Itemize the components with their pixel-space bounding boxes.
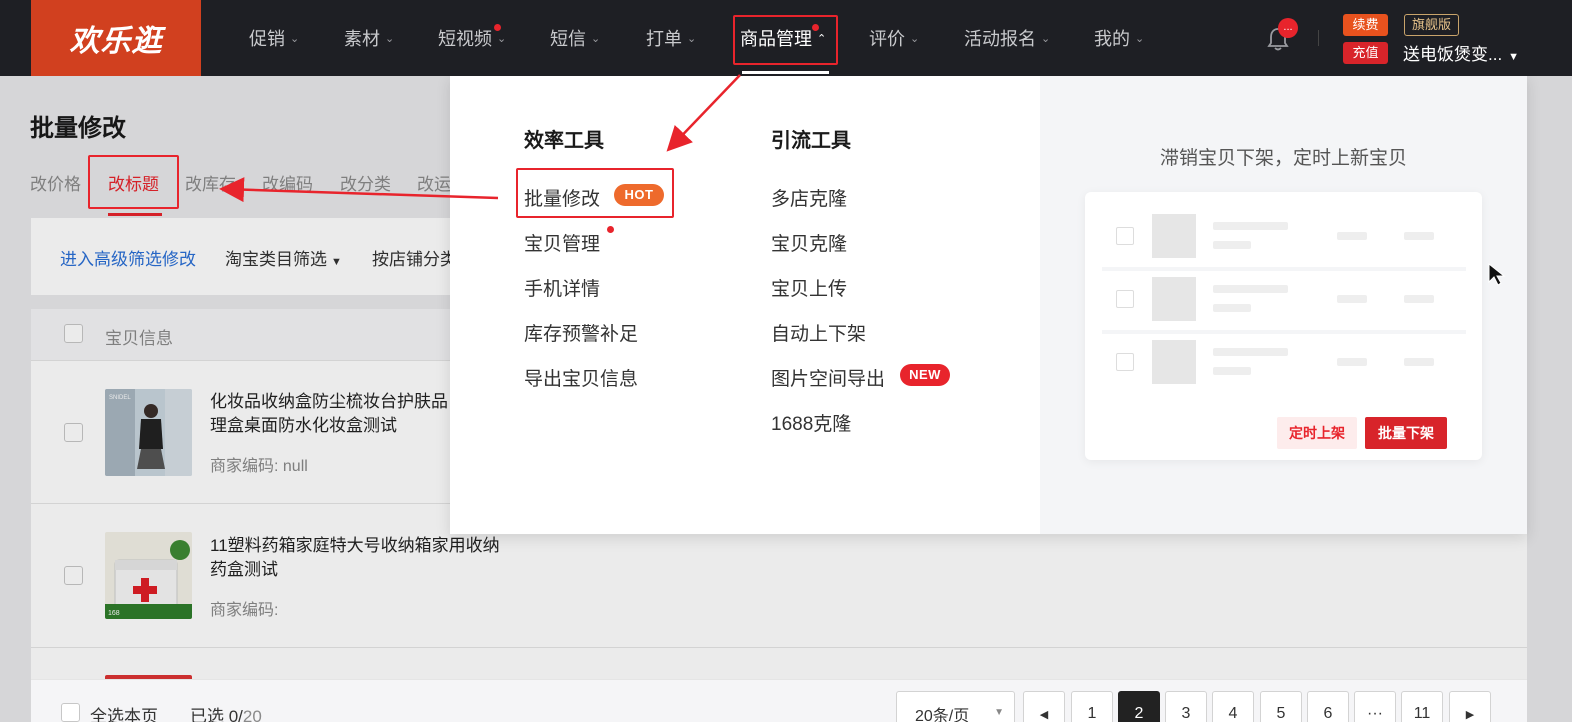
menu-item-image-export[interactable]: 图片空间导出	[771, 364, 885, 391]
nav-label: 活动报名	[964, 29, 1036, 49]
mock-image	[1152, 340, 1196, 384]
new-badge: NEW	[900, 364, 950, 386]
mock-image	[1152, 214, 1196, 258]
nav-item-mine[interactable]: 我的 ⌄	[1094, 0, 1144, 76]
new-dot-indicator	[494, 24, 501, 31]
page-size-value: 20条/页	[915, 708, 970, 722]
mock-checkbox	[1116, 353, 1134, 371]
nav-item-reviews[interactable]: 评价 ⌄	[869, 0, 919, 76]
caret-down-icon: ▼	[1508, 51, 1520, 63]
page-button-3[interactable]: 3	[1165, 691, 1207, 722]
menu-item-1688-clone[interactable]: 1688克隆	[771, 409, 851, 436]
mock-line	[1213, 241, 1251, 249]
selected-count: 已选 0/20	[190, 702, 262, 722]
mouse-cursor-icon	[1488, 262, 1506, 286]
nav-item-materials[interactable]: 素材 ⌄	[344, 0, 394, 76]
nav-label: 短信	[550, 29, 586, 49]
mock-line	[1213, 304, 1251, 312]
shop-name-label: 送电饭煲变...	[1403, 45, 1503, 64]
nav-label: 促销	[249, 29, 285, 49]
page-button-6[interactable]: 6	[1307, 691, 1349, 722]
nav-label: 素材	[344, 29, 380, 49]
flagship-tag: 旗舰版	[1404, 14, 1459, 36]
mock-line	[1337, 358, 1367, 366]
mock-image	[1152, 277, 1196, 321]
nav-item-promotion[interactable]: 促销 ⌄	[249, 0, 299, 76]
prev-page-button[interactable]: ◀	[1023, 691, 1065, 722]
footer-select-all-checkbox[interactable]	[61, 703, 80, 722]
page-button-1[interactable]: 1	[1071, 691, 1113, 722]
nav-label: 短视频	[438, 29, 492, 49]
mock-line	[1213, 367, 1251, 375]
chevron-down-icon: ⌄	[591, 32, 601, 45]
renew-tag[interactable]: 续费	[1343, 14, 1388, 36]
traffic-tools-title: 引流工具	[771, 130, 851, 152]
nav-active-underline	[742, 71, 829, 74]
mock-line	[1213, 348, 1288, 356]
promo-title: 滞销宝贝下架，定时上新宝贝	[1159, 148, 1407, 169]
nav-item-sms[interactable]: 短信 ⌄	[550, 0, 600, 76]
app-logo[interactable]: 欢乐逛	[31, 0, 201, 76]
mock-line	[1337, 232, 1367, 240]
nav-item-campaign-signup[interactable]: 活动报名 ⌄	[964, 0, 1050, 76]
mock-line	[1213, 222, 1288, 230]
mock-line	[1404, 232, 1434, 240]
triangle-right-icon: ▶	[1465, 709, 1475, 721]
mock-line	[1213, 285, 1288, 293]
notification-badge: ...	[1278, 18, 1298, 38]
promo-schedule-button: 定时上架	[1277, 417, 1357, 449]
nav-item-short-video[interactable]: 短视频 ⌄	[438, 0, 506, 76]
page-ellipsis[interactable]: ···	[1354, 691, 1396, 722]
chevron-down-icon: ⌄	[497, 32, 507, 45]
select-all-label[interactable]: 全选本页	[90, 702, 158, 722]
page-size-select[interactable]: 20条/页 ▼	[896, 691, 1015, 722]
selected-prefix: 已选 0/	[190, 707, 243, 722]
selected-total: 20	[242, 707, 262, 722]
page-button-4[interactable]: 4	[1212, 691, 1254, 722]
chevron-down-icon: ⌄	[385, 32, 395, 45]
menu-item-multi-store-clone[interactable]: 多店克隆	[771, 184, 847, 211]
caret-down-icon: ▼	[994, 707, 1004, 718]
efficiency-tools-title: 效率工具	[524, 130, 604, 152]
highlight-box-nav	[733, 15, 838, 65]
menu-item-stock-alert[interactable]: 库存预警补足	[524, 319, 638, 346]
chevron-down-icon: ⌄	[1135, 32, 1145, 45]
menu-item-export-info[interactable]: 导出宝贝信息	[524, 364, 638, 391]
nav-item-print-order[interactable]: 打单 ⌄	[646, 0, 696, 76]
highlight-box-batch-edit	[516, 168, 674, 218]
nav-label: 我的	[1094, 29, 1130, 49]
shop-name-menu[interactable]: 送电饭煲变... ▼	[1403, 40, 1519, 65]
menu-item-product-manage[interactable]: 宝贝管理	[524, 229, 600, 256]
promo-bulk-offshelf-button: 批量下架	[1365, 417, 1447, 449]
mock-line	[1404, 295, 1434, 303]
triangle-left-icon: ◀	[1039, 709, 1049, 721]
mock-line	[1404, 358, 1434, 366]
menu-item-mobile-detail[interactable]: 手机详情	[524, 274, 600, 301]
nav-label: 评价	[869, 29, 905, 49]
nav-label: 打单	[646, 29, 682, 49]
chevron-down-icon: ⌄	[290, 32, 300, 45]
new-dot-indicator	[607, 226, 614, 233]
menu-item-product-clone[interactable]: 宝贝克隆	[771, 229, 847, 256]
menu-item-auto-listing[interactable]: 自动上下架	[771, 319, 866, 346]
menu-item-product-upload[interactable]: 宝贝上传	[771, 274, 847, 301]
chevron-down-icon: ⌄	[1041, 32, 1051, 45]
page-button-11[interactable]: 11	[1401, 691, 1443, 722]
mock-checkbox	[1116, 290, 1134, 308]
chevron-down-icon: ⌄	[910, 32, 920, 45]
mock-line	[1337, 295, 1367, 303]
recharge-tag[interactable]: 充值	[1343, 42, 1388, 64]
page-button-5[interactable]: 5	[1260, 691, 1302, 722]
nav-divider	[1318, 30, 1319, 46]
next-page-button[interactable]: ▶	[1449, 691, 1491, 722]
highlight-box-subtab	[88, 155, 179, 209]
mock-checkbox	[1116, 227, 1134, 245]
chevron-down-icon: ⌄	[687, 32, 697, 45]
page-button-2[interactable]: 2	[1118, 691, 1160, 722]
